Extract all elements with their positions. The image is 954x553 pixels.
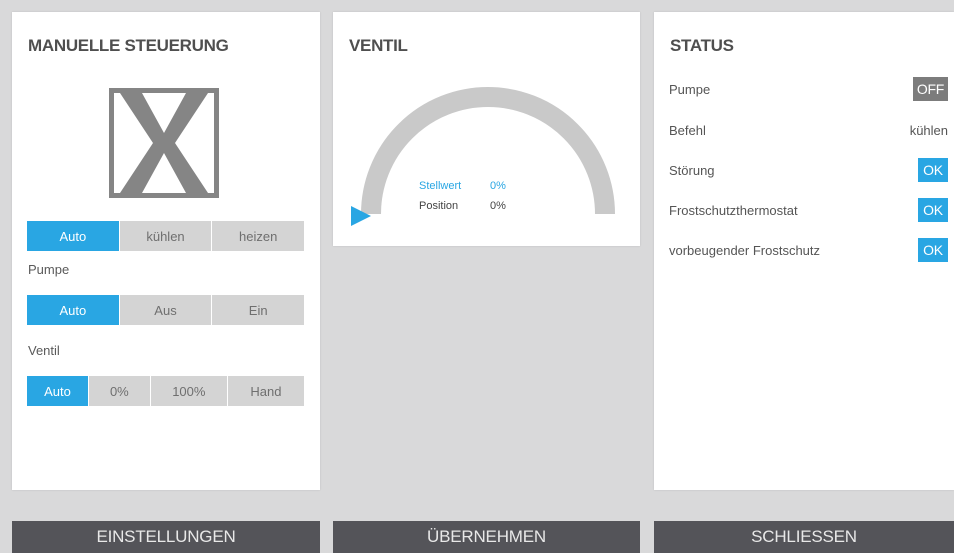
valve-gauge: Stellwert 0% Position 0% [351,87,615,226]
gauge-track [361,87,615,215]
close-button[interactable]: SCHLIESSEN [654,521,954,553]
pump-label: Pumpe [28,262,70,277]
valve-100-button[interactable]: 100% [149,376,227,406]
position-value: 0% [490,200,506,212]
setpoint-label: Stellwert [419,180,461,192]
status-title: STATUS [670,36,734,55]
state-x-icon [109,88,219,198]
valve-0-button[interactable]: 0% [87,376,150,406]
status-row-pump: Pumpe OFF [669,77,948,101]
status-label: Pumpe [669,81,711,97]
frost-thermostat-status-badge: OK [918,198,948,222]
position-label: Position [419,200,458,212]
mode-selector: Auto kühlen heizen [27,221,304,251]
status-label: Störung [669,162,715,178]
valve-selector: Auto 0% 100% Hand [27,376,304,406]
status-row-command: Befehl kühlen [669,118,948,142]
settings-button[interactable]: EINSTELLUNGEN [12,521,320,553]
preventive-frost-status-badge: OK [918,238,948,262]
valve-auto-button[interactable]: Auto [27,376,88,406]
pump-auto-button[interactable]: Auto [27,295,119,325]
status-row-fault: Störung OK [669,158,948,182]
status-label: Befehl [669,122,706,138]
manual-control-panel: MANUELLE STEUERUNG Auto kühlen heizen Pu… [12,12,320,490]
fault-status-badge: OK [918,158,948,182]
status-row-frost-thermostat: Frostschutzthermostat OK [669,198,948,222]
status-panel: STATUS Pumpe OFF Befehl kühlen Störung O… [654,12,954,490]
valve-label: Ventil [28,343,60,358]
mode-auto-button[interactable]: Auto [27,221,119,251]
pump-selector: Auto Aus Ein [27,295,304,325]
status-label: vorbeugender Frostschutz [669,242,821,258]
command-status-value: kühlen [909,122,948,138]
status-label: Frostschutzthermostat [669,202,798,218]
valve-manual-button[interactable]: Hand [226,376,304,406]
pump-on-button[interactable]: Ein [211,295,304,325]
pump-status-badge: OFF [912,77,948,101]
mode-cool-button[interactable]: kühlen [118,221,212,251]
status-row-preventive-frost: vorbeugender Frostschutz OK [669,238,948,262]
setpoint-value: 0% [490,180,506,192]
apply-button[interactable]: ÜBERNEHMEN [333,521,640,553]
manual-control-title: MANUELLE STEUERUNG [28,36,229,55]
valve-panel: VENTIL Stellwert 0% Position 0% [333,12,640,246]
pump-off-button[interactable]: Aus [118,295,212,325]
mode-heat-button[interactable]: heizen [211,221,304,251]
